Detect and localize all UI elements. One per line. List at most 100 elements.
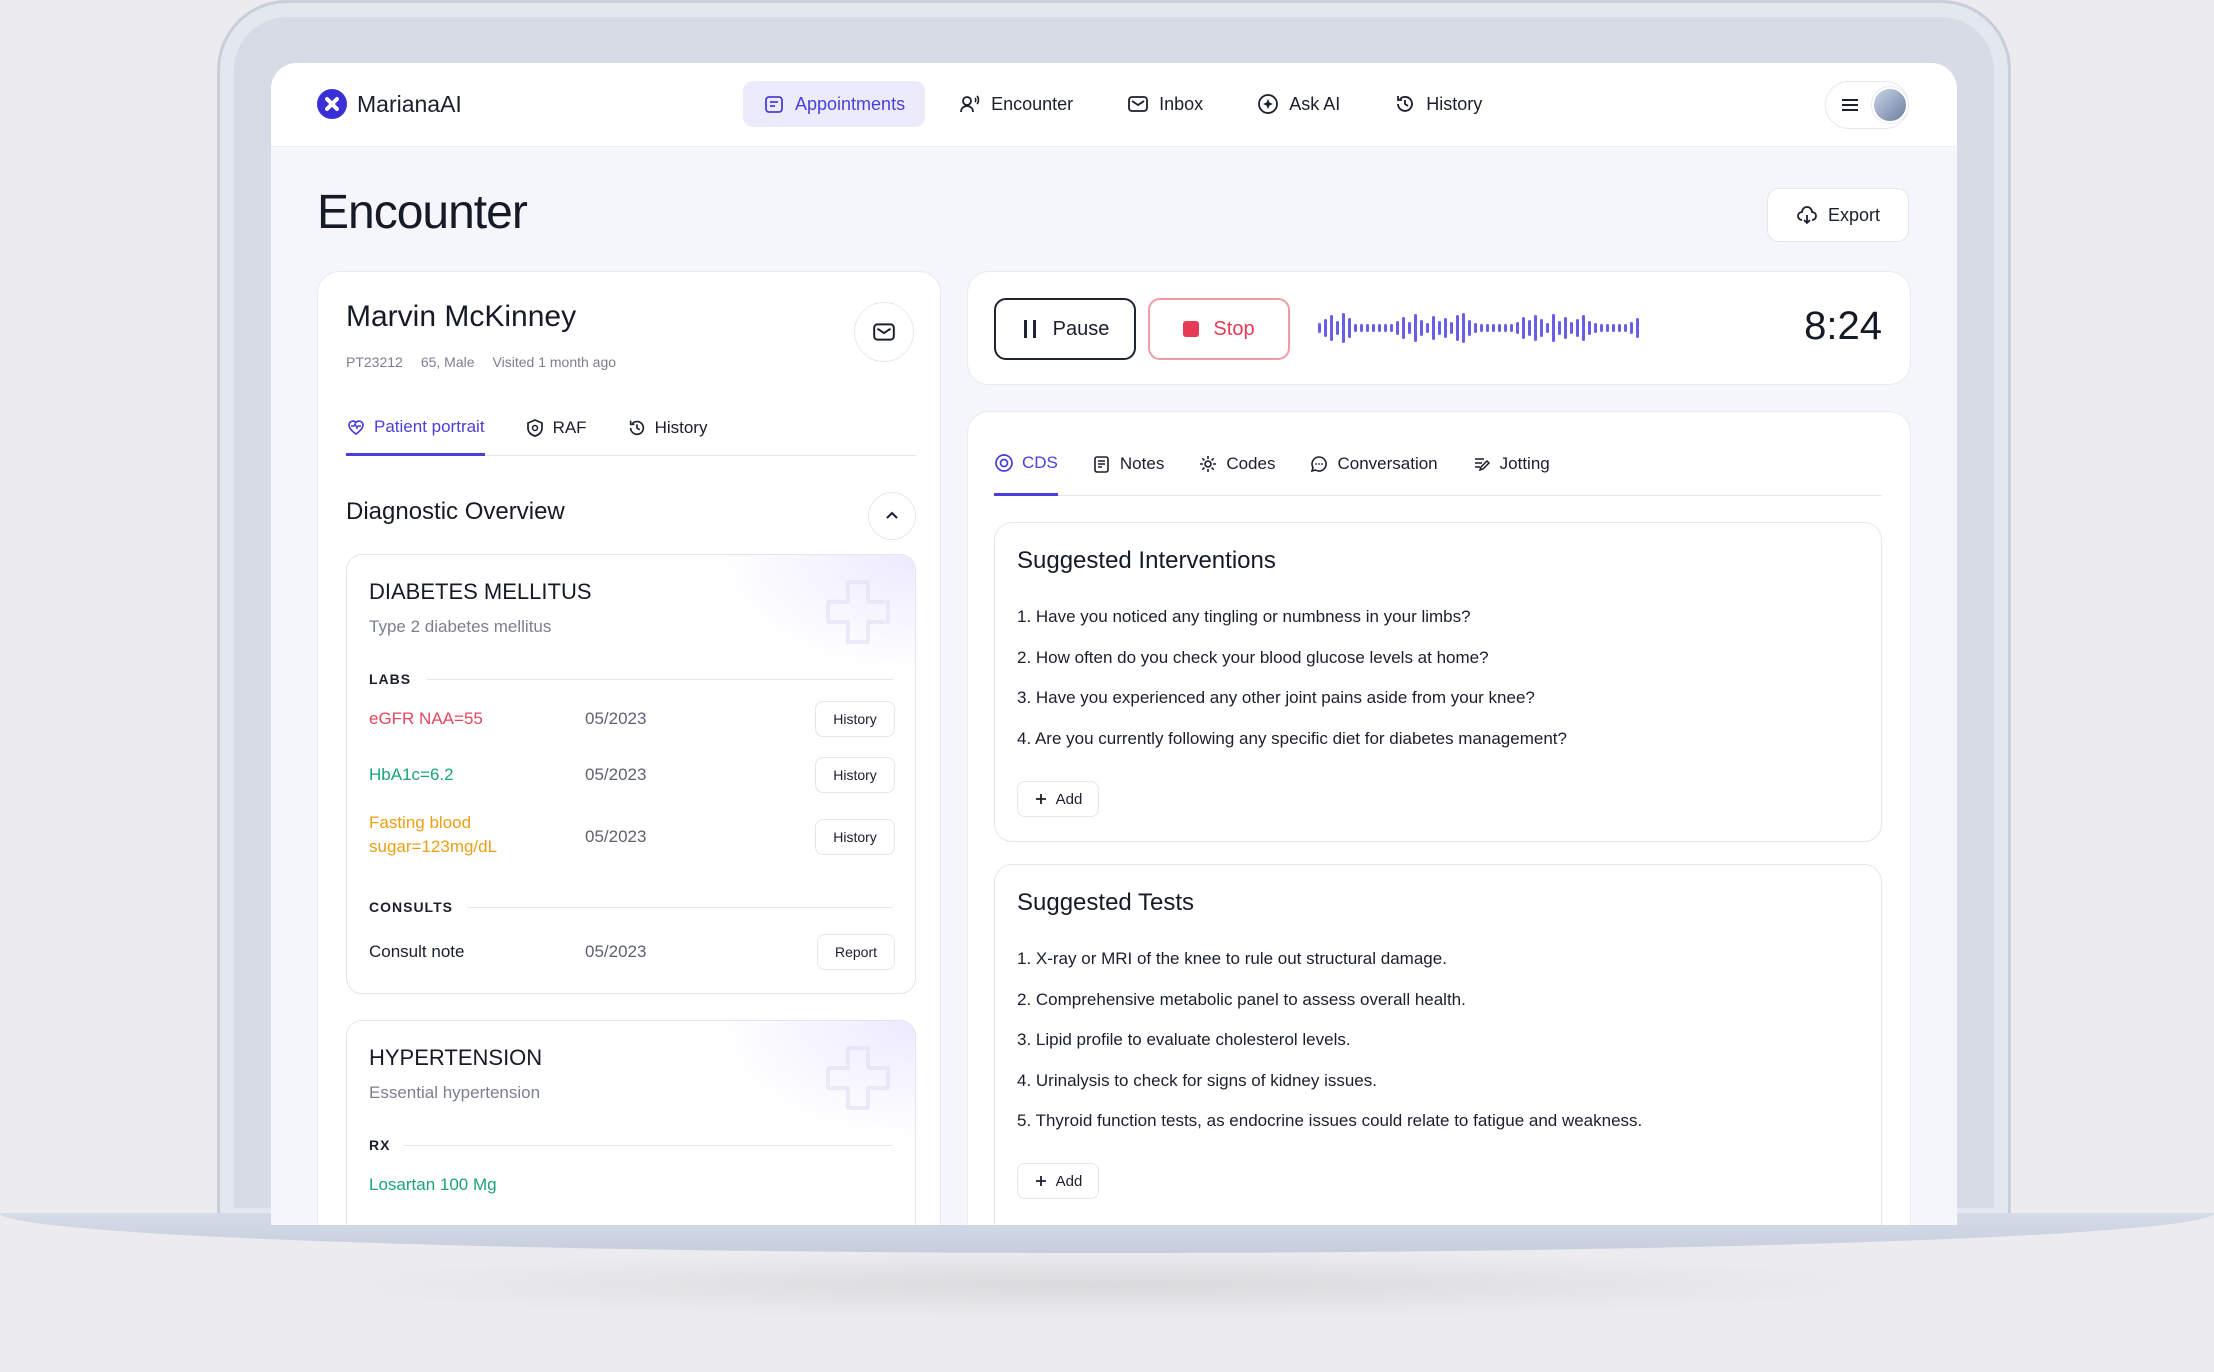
nav-encounter[interactable]: Encounter xyxy=(939,81,1093,127)
interventions-list: 1. Have you noticed any tingling or numb… xyxy=(1017,607,1567,769)
consult-name: Consult note xyxy=(369,942,465,961)
waveform-bar xyxy=(1618,324,1621,332)
export-button[interactable]: Export xyxy=(1767,188,1909,242)
audio-waveform xyxy=(1318,306,1762,350)
lab-name-line1: Fasting blood xyxy=(369,813,472,832)
lab-date: 05/2023 xyxy=(585,709,647,728)
waveform-bar xyxy=(1594,323,1597,333)
tab-conversation[interactable]: Conversation xyxy=(1309,440,1438,488)
tab-cds[interactable]: CDS xyxy=(994,440,1058,496)
list-item: 1. Have you noticed any tingling or numb… xyxy=(1017,607,1471,626)
nav-inbox[interactable]: Inbox xyxy=(1107,81,1223,127)
nav-appointments-label: Appointments xyxy=(795,93,906,114)
tab-raf[interactable]: RAF xyxy=(525,406,587,450)
tab-notes[interactable]: Notes xyxy=(1092,440,1164,488)
waveform-bar xyxy=(1582,315,1585,341)
target-icon xyxy=(995,453,1013,472)
lab-history-button[interactable]: History xyxy=(815,701,895,737)
nav-appointments[interactable]: Appointments xyxy=(743,81,926,127)
patient-tabs: Patient portrait RAF History xyxy=(346,406,916,456)
waveform-bar xyxy=(1606,324,1609,332)
shield-icon xyxy=(526,419,543,437)
tab-history[interactable]: History xyxy=(627,406,707,450)
nav-encounter-label: Encounter xyxy=(991,93,1074,114)
condition-subtitle: Essential hypertension xyxy=(369,1083,541,1102)
waveform-bar xyxy=(1612,324,1615,332)
waveform-bar xyxy=(1426,323,1429,333)
tests-title: Suggested Tests xyxy=(1017,889,1195,916)
nav-ask-ai[interactable]: Ask AI xyxy=(1237,81,1360,127)
waveform-bar xyxy=(1636,318,1639,338)
waveform-bar xyxy=(1492,324,1495,332)
cloud-download-icon xyxy=(1797,206,1817,225)
rx-name: Losartan 100 Mg xyxy=(369,1175,497,1194)
message-patient-button[interactable] xyxy=(854,302,914,362)
waveform-bar xyxy=(1372,324,1375,332)
tab-jotting[interactable]: Jotting xyxy=(1472,440,1550,488)
tab-label: Codes xyxy=(1226,454,1276,473)
lab-name: Fasting blood sugar=123mg/dL xyxy=(369,811,497,859)
consults-label: CONSULTS xyxy=(369,899,453,915)
sparkle-icon xyxy=(1258,94,1279,114)
waveform-bar xyxy=(1540,319,1543,337)
lab-name-line2: sugar=123mg/dL xyxy=(369,837,498,856)
waveform-bar xyxy=(1390,324,1393,332)
logo-icon xyxy=(317,89,347,119)
stop-button[interactable]: Stop xyxy=(1148,298,1290,360)
consult-date: 05/2023 xyxy=(585,942,647,961)
tab-patient-portrait[interactable]: Patient portrait xyxy=(346,406,485,456)
waveform-bar xyxy=(1456,315,1459,341)
list-item: 4. Are you currently following any speci… xyxy=(1017,728,1567,748)
lab-history-button[interactable]: History xyxy=(815,819,895,855)
tab-label: Notes xyxy=(1119,454,1165,473)
add-test-button[interactable]: Add xyxy=(1017,1163,1099,1199)
list-item: 2. Comprehensive metabolic panel to asse… xyxy=(1017,989,1466,1009)
lab-date: 05/2023 xyxy=(585,827,647,846)
waveform-bar xyxy=(1576,319,1579,337)
pen-lines-icon xyxy=(1474,458,1490,472)
waveform-bar xyxy=(1522,317,1525,339)
add-intervention-button[interactable]: Add xyxy=(1017,781,1099,817)
user-menu[interactable] xyxy=(1825,81,1909,129)
patient-name: Marvin McKinney xyxy=(346,300,577,333)
waveform-bar xyxy=(1570,322,1573,334)
tab-label: RAF xyxy=(552,418,587,437)
waveform-bar xyxy=(1354,324,1357,332)
waveform-bar xyxy=(1378,324,1381,332)
lab-history-button[interactable]: History xyxy=(815,757,895,793)
list-item: 3. Lipid profile to evaluate cholesterol… xyxy=(1017,1030,1351,1049)
mail-icon xyxy=(873,323,895,341)
tests-list: 1. X-ray or MRI of the knee to rule out … xyxy=(1017,949,1642,1152)
list-item: 2. How often do you check your blood glu… xyxy=(1017,647,1489,667)
notes-icon xyxy=(1094,456,1109,473)
clinical-tabs: CDS Notes Codes Conversation Jotting xyxy=(994,440,1882,496)
waveform-bar xyxy=(1402,317,1405,339)
tab-label: Patient portrait xyxy=(374,416,485,436)
waveform-bar xyxy=(1330,315,1333,341)
history-icon xyxy=(629,420,644,436)
patient-meta: PT23212 65, Male Visited 1 month ago xyxy=(346,354,616,370)
nav-history[interactable]: History xyxy=(1374,81,1502,127)
lab-row: Fasting blood sugar=123mg/dL 05/2023 Hist… xyxy=(369,813,895,856)
logo[interactable]: MarianaAI xyxy=(317,89,462,119)
consult-report-button[interactable]: Report xyxy=(817,934,895,970)
lab-date: 05/2023 xyxy=(585,765,647,784)
tab-codes[interactable]: Codes xyxy=(1198,440,1275,488)
stop-label: Stop xyxy=(1213,317,1255,340)
interventions-title: Suggested Interventions xyxy=(1017,547,1276,574)
collapse-button[interactable] xyxy=(868,492,916,540)
condition-name: HYPERTENSION xyxy=(369,1045,543,1070)
suggested-tests-card: Suggested Tests 1. X-ray or MRI of the k… xyxy=(994,864,1882,1225)
waveform-bar xyxy=(1324,319,1327,337)
pause-label: Pause xyxy=(1052,317,1110,340)
waveform-bar xyxy=(1408,322,1411,334)
rx-label: RX xyxy=(369,1137,391,1153)
waveform-bar xyxy=(1486,324,1489,332)
pause-button[interactable]: Pause xyxy=(994,298,1136,360)
patient-age-sex: 65, Male xyxy=(420,354,475,370)
nav-ask-ai-label: Ask AI xyxy=(1289,93,1341,114)
recording-timer: 8:24 xyxy=(1804,304,1882,348)
waveform-bar xyxy=(1516,322,1519,334)
gear-icon xyxy=(1200,456,1217,472)
condition-card-hypertension: HYPERTENSION Essential hypertension RX L… xyxy=(346,1020,916,1225)
